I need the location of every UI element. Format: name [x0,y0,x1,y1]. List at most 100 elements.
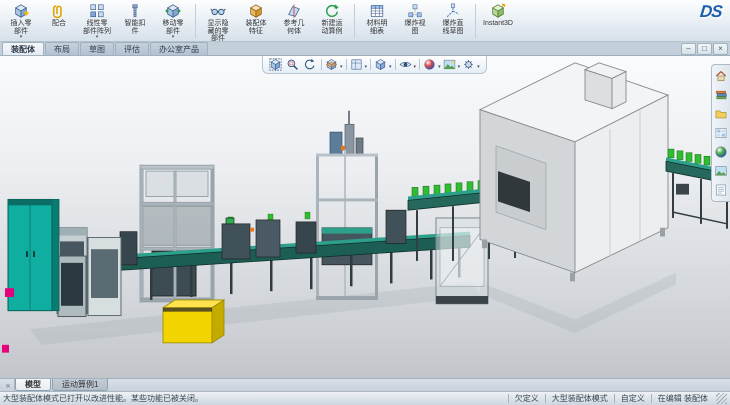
ribbon-button-show-hidden-components[interactable]: 显示隐 藏的零 部件 [199,1,237,41]
taskpane-view-palette-button[interactable] [714,126,728,140]
command-tab-evaluate[interactable]: 评估 [115,42,149,55]
yellow-crate[interactable] [163,300,224,343]
teal-control-cabinet[interactable] [8,199,59,310]
apply-scene-button[interactable] [443,57,458,72]
show-hidden-components-icon [210,3,226,19]
command-tab-office-products[interactable]: 办公室产品 [150,42,208,55]
close-button[interactable]: × [713,43,728,55]
taskpane-custom-properties-button[interactable] [714,183,728,197]
command-tab-assembly[interactable]: 装配体 [2,42,44,55]
dropdown-caret-icon[interactable]: ▾ [458,64,461,70]
document-tabs: 模型运动算例1 [15,379,109,391]
instant3d-icon [490,3,506,19]
ribbon-button-label: 配合 [52,20,66,28]
ribbon-button-instant3d[interactable]: Instant3D [479,1,517,41]
minimize-button[interactable]: – [681,43,696,55]
status-segment: 大型装配体模式 [545,394,614,403]
ribbon-button-mate[interactable]: 配合 [40,1,78,41]
dropdown-caret-icon[interactable]: ▾ [389,64,392,70]
assembly-features-icon [248,3,264,19]
section-view-button[interactable] [325,57,340,72]
hud-separator [370,59,371,70]
ribbon-button-smart-fasteners[interactable]: 智能扣 件 [116,1,154,41]
previous-view-button[interactable] [303,57,318,72]
exploded-view-icon [407,3,423,19]
hud-separator [395,59,396,70]
command-manager-tabbar: 装配体布局草图评估办公室产品 –□× [0,42,730,56]
dropdown-caret-icon[interactable]: ▾ [438,64,441,70]
status-segments: 欠定义大型装配体模式自定义在编辑 装配体 [508,393,714,404]
zoom-fit-button[interactable] [269,57,284,72]
ribbon-button-exploded-view[interactable]: 爆炸视 图 [396,1,434,41]
zoom-area-button[interactable] [286,57,301,72]
ribbon-button-move-component[interactable]: 移动零 部件▾ [154,1,192,41]
ribbon-button-label: 新建运 动算例 [322,20,343,35]
ribbon-button-label: 插入零 部件 [11,20,32,35]
ribbon-button-label: Instant3D [483,20,513,28]
taskpane-design-library-button[interactable] [714,88,728,102]
command-tab-sketch[interactable]: 草图 [80,42,114,55]
left-cabinets[interactable] [57,228,121,317]
ribbon-button-label: 参考几 何体 [284,20,305,35]
ribbon-button-assembly-features[interactable]: 装配体 特征 [237,1,275,41]
ribbon-button-label: 爆炸直 线草图 [443,20,464,35]
view-settings-button[interactable] [462,57,477,72]
machine-roof-box[interactable] [585,63,626,109]
status-bar: 大型装配体模式已打开以改进性能。某些功能已被关闭。 欠定义大型装配体模式自定义在… [0,391,730,405]
new-motion-study-icon [324,3,340,19]
tab-scroll-button[interactable]: « [2,379,15,391]
ribbon-button-new-motion-study[interactable]: 新建运 动算例 [313,1,351,41]
frame-tower-center[interactable] [316,111,378,300]
status-segment: 欠定义 [508,394,545,403]
status-segment: 自定义 [614,394,651,403]
display-style-button[interactable] [374,57,389,72]
view-orientation-button[interactable] [350,57,365,72]
status-segment: 在编辑 装配体 [651,394,714,403]
solidworks-window: 插入零 部件▾配合线性零 部件阵列▾智能扣 件移动零 部件▾显示隐 藏的零 部件… [0,0,730,405]
ribbon-button-label: 材料明 细表 [367,20,388,35]
ribbon-button-linear-pattern[interactable]: 线性零 部件阵列▾ [78,1,116,41]
document-tab-bar: « 模型运动算例1 [0,378,730,391]
ribbon-button-reference-geometry[interactable]: 参考几 何体 [275,1,313,41]
dropdown-caret-icon[interactable]: ▾ [365,64,368,70]
heads-up-view-toolbar: ▾ ▾ ▾ ▾ ▾ ▾ ▾ [262,56,487,74]
move-component-icon [165,3,181,19]
ribbon-group-separator [195,4,196,38]
ribbon-button-bill-of-materials[interactable]: 材料明 细表 [358,1,396,41]
ribbon-button-label: 显示隐 藏的零 部件 [208,20,229,43]
hud-separator [346,59,347,70]
doc-tab-motion-study-1[interactable]: 运动算例1 [52,379,108,391]
resize-grip[interactable] [716,393,727,404]
command-tab-layout[interactable]: 布局 [45,42,79,55]
document-window-controls: –□× [681,43,728,55]
dropdown-caret-icon[interactable]: ▾ [477,64,480,70]
ribbon-group-separator [475,4,476,38]
dropdown-caret-icon[interactable]: ▾ [340,64,343,70]
taskpane-appearances-button[interactable] [714,145,728,159]
ribbon-button-label: 装配体 特征 [246,20,267,35]
dropdown-caret-icon: ▾ [172,35,175,40]
explode-line-sketch-icon [445,3,461,19]
smart-fasteners-icon [127,3,143,19]
status-message: 大型装配体模式已打开以改进性能。某些功能已被关闭。 [3,393,508,404]
bill-of-materials-icon [369,3,385,19]
reference-geometry-icon [286,3,302,19]
ribbon-button-insert-components[interactable]: 插入零 部件▾ [2,1,40,41]
taskpane-resources-button[interactable] [714,69,728,83]
taskpane-scenes-button[interactable] [714,164,728,178]
dropdown-caret-icon[interactable]: ▾ [414,64,417,70]
assembly-3d-model[interactable] [0,56,730,378]
restore-button[interactable]: □ [697,43,712,55]
main-machine-enclosure[interactable] [480,63,668,282]
dropdown-caret-icon: ▾ [96,35,99,40]
ribbon-button-label: 爆炸视 图 [405,20,426,35]
edit-appearance-button[interactable] [423,57,438,72]
command-tabs: 装配体布局草图评估办公室产品 [2,42,209,55]
hide-show-items-button[interactable] [399,57,414,72]
mate-icon [51,3,67,19]
graphics-area[interactable]: ▾ ▾ ▾ ▾ ▾ ▾ ▾ [0,56,730,378]
ribbon-button-label: 线性零 部件阵列 [83,20,111,35]
ribbon-button-explode-line-sketch[interactable]: 爆炸直 线草图 [434,1,472,41]
taskpane-file-explorer-button[interactable] [714,107,728,121]
doc-tab-model[interactable]: 模型 [15,379,51,391]
